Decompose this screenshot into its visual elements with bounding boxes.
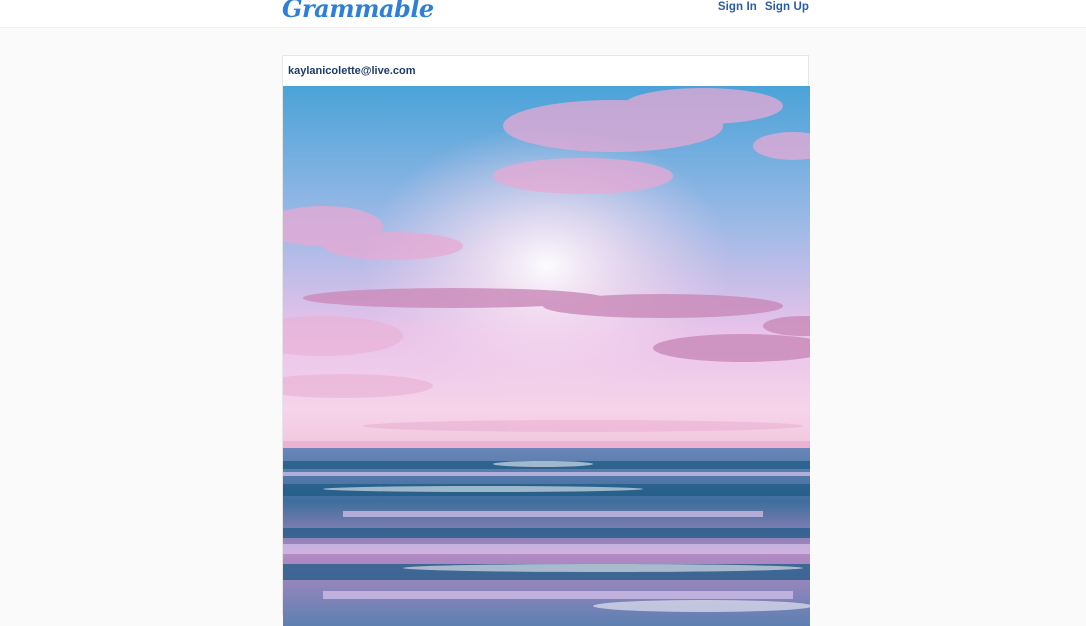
beach-sunset-photo [283, 86, 810, 626]
post-username[interactable]: kaylanicolette@live.com [288, 65, 416, 77]
post-card: kaylanicolette@live.com [282, 55, 810, 626]
app-logo[interactable]: Grammable [282, 0, 434, 23]
post-image[interactable] [283, 86, 810, 626]
post-header: kaylanicolette@live.com [283, 56, 808, 86]
sign-in-link[interactable]: Sign In [718, 1, 757, 13]
auth-nav: Sign In Sign Up [718, 1, 809, 13]
top-navigation-bar: Grammable Sign In Sign Up [0, 0, 1086, 28]
sign-up-link[interactable]: Sign Up [765, 1, 809, 13]
